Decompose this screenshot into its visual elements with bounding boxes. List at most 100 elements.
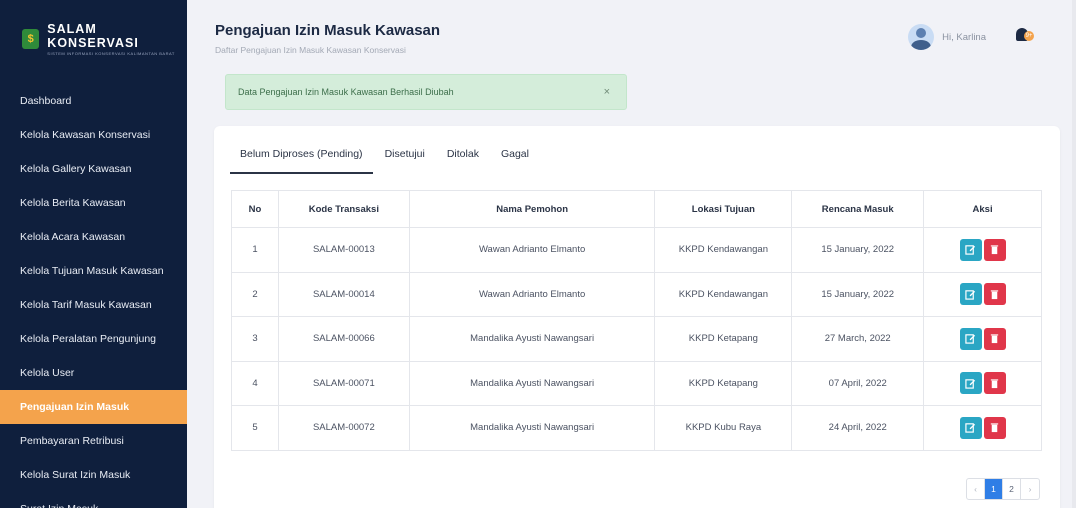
sidebar-item-pengajuan-izin[interactable]: Pengajuan Izin Masuk	[0, 390, 187, 424]
edit-icon	[965, 245, 976, 255]
column-header-lokasi: Lokasi Tujuan	[654, 190, 793, 228]
brand-text: SALAM KONSERVASI SISTEM INFORMASI KONSER…	[47, 22, 187, 56]
cell-aksi	[923, 316, 1042, 362]
sidebar-item-kelola-user[interactable]: Kelola User	[0, 356, 187, 390]
close-icon[interactable]: ×	[604, 86, 614, 98]
delete-button[interactable]	[983, 283, 1006, 306]
sidebar-item-acara-kawasan[interactable]: Kelola Acara Kawasan	[0, 220, 187, 254]
edit-icon	[965, 378, 976, 389]
cell-aksi	[923, 405, 1042, 451]
sidebar-item-tarif-masuk[interactable]: Kelola Tarif Masuk Kawasan	[0, 288, 187, 322]
pagination-prev[interactable]: ‹	[967, 479, 985, 499]
sidebar-item-tujuan-masuk[interactable]: Kelola Tujuan Masuk Kawasan	[0, 254, 187, 288]
sidebar-item-pembayaran-retribusi[interactable]: Pembayaran Retribusi	[0, 424, 187, 458]
tab-ditolak[interactable]: Ditolak	[437, 148, 489, 174]
cell-aksi	[923, 360, 1042, 406]
brand-logo-icon: $	[22, 29, 40, 49]
edit-button[interactable]	[959, 416, 982, 439]
cell-aksi	[923, 271, 1042, 317]
cell-nama: Wawan Adrianto Elmanto	[408, 271, 656, 317]
cell-rencana: 15 January, 2022	[791, 227, 925, 273]
sidebar-item-kelola-surat-izin[interactable]: Kelola Surat Izin Masuk	[0, 458, 187, 492]
edit-icon	[965, 289, 976, 300]
trash-icon	[990, 290, 999, 299]
column-header-aksi: Aksi	[923, 190, 1042, 228]
cell-lokasi: KKPD Ketapang	[654, 316, 793, 362]
cell-nama: Mandalika Ayusti Nawangsari	[408, 316, 656, 362]
cell-no: 4	[231, 360, 279, 406]
delete-button[interactable]	[983, 416, 1006, 439]
edit-button[interactable]	[959, 327, 982, 350]
cell-rencana: 07 April, 2022	[791, 360, 925, 406]
tab-gagal[interactable]: Gagal	[491, 148, 539, 174]
cell-kode: SALAM-00013	[277, 227, 410, 273]
cell-nama: Mandalika Ayusti Nawangsari	[408, 405, 656, 451]
tab-disetujui[interactable]: Disetujui	[375, 148, 435, 174]
brand-title: SALAM KONSERVASI	[47, 22, 139, 50]
cell-no: 3	[231, 316, 279, 362]
permit-table: No Kode Transaksi Nama Pemohon Lokasi Tu…	[231, 190, 1042, 451]
cell-lokasi: KKPD Ketapang	[654, 360, 793, 406]
cell-nama: Mandalika Ayusti Nawangsari	[408, 360, 656, 406]
table-row: 2 SALAM-00014 Wawan Adrianto Elmanto KKP…	[231, 271, 1042, 317]
brand[interactable]: $ SALAM KONSERVASI SISTEM INFORMASI KONS…	[0, 0, 187, 78]
sidebar-item-dashboard[interactable]: Dashboard	[0, 84, 187, 118]
cell-rencana: 27 March, 2022	[791, 316, 925, 362]
user-menu[interactable]: Hi, Karlina	[908, 24, 986, 50]
page-scrollbar[interactable]	[1072, 0, 1076, 508]
content-card: Belum Diproses (Pending) Disetujui Ditol…	[214, 126, 1060, 508]
trash-icon	[990, 334, 999, 344]
trash-icon	[990, 423, 999, 433]
user-greeting[interactable]: Hi, Karlina	[942, 32, 986, 43]
cell-no: 5	[231, 405, 279, 451]
edit-button[interactable]	[959, 238, 982, 261]
sidebar: $ SALAM KONSERVASI SISTEM INFORMASI KONS…	[0, 0, 187, 508]
pagination-page-1[interactable]: 1	[985, 479, 1003, 499]
sidebar-item-surat-izin[interactable]: Surat Izin Masuk	[0, 492, 187, 508]
edit-icon	[965, 423, 976, 433]
edit-button[interactable]	[959, 372, 982, 395]
status-tabs: Belum Diproses (Pending) Disetujui Ditol…	[230, 148, 541, 174]
brand-subtitle: SISTEM INFORMASI KONSERVASI KALIMANTAN B…	[47, 51, 175, 56]
cell-rencana: 15 January, 2022	[791, 271, 925, 317]
cell-lokasi: KKPD Kendawangan	[654, 227, 793, 273]
cell-kode: SALAM-00072	[277, 405, 410, 451]
trash-icon	[990, 245, 999, 255]
edit-button[interactable]	[959, 283, 982, 306]
page-subtitle: Daftar Pengajuan Izin Masuk Kawasan Kons…	[215, 45, 406, 55]
table-row: 4 SALAM-00071 Mandalika Ayusti Nawangsar…	[231, 360, 1042, 406]
cell-nama: Wawan Adrianto Elmanto	[408, 227, 656, 273]
table-header-row: No Kode Transaksi Nama Pemohon Lokasi Tu…	[231, 190, 1042, 228]
sidebar-item-peralatan-pengunjung[interactable]: Kelola Peralatan Pengunjung	[0, 322, 187, 356]
pagination: ‹ 1 2 ›	[966, 478, 1040, 500]
tab-pending[interactable]: Belum Diproses (Pending)	[230, 148, 373, 174]
column-header-kode: Kode Transaksi	[277, 190, 410, 228]
notification-bell-icon[interactable]: 9+	[1014, 27, 1036, 45]
table-row: 1 SALAM-00013 Wawan Adrianto Elmanto KKP…	[231, 227, 1042, 273]
alert-message: Data Pengajuan Izin Masuk Kawasan Berhas…	[238, 87, 454, 97]
cell-kode: SALAM-00071	[277, 360, 410, 406]
notification-badge: 9+	[1024, 31, 1034, 41]
sidebar-item-berita-kawasan[interactable]: Kelola Berita Kawasan	[0, 186, 187, 220]
column-header-no: No	[231, 190, 279, 228]
column-header-nama: Nama Pemohon	[408, 190, 656, 228]
pagination-next[interactable]: ›	[1021, 479, 1039, 499]
cell-kode: SALAM-00066	[277, 316, 410, 362]
pagination-page-2[interactable]: 2	[1003, 479, 1021, 499]
sidebar-item-kawasan-konservasi[interactable]: Kelola Kawasan Konservasi	[0, 118, 187, 152]
cell-aksi	[923, 227, 1042, 273]
table-row: 3 SALAM-00066 Mandalika Ayusti Nawangsar…	[231, 316, 1042, 362]
table-row: 5 SALAM-00072 Mandalika Ayusti Nawangsar…	[231, 405, 1042, 451]
cell-no: 2	[231, 271, 279, 317]
cell-kode: SALAM-00014	[277, 271, 410, 317]
trash-icon	[990, 379, 999, 388]
sidebar-item-gallery-kawasan[interactable]: Kelola Gallery Kawasan	[0, 152, 187, 186]
avatar[interactable]	[908, 24, 935, 50]
column-header-rencana: Rencana Masuk	[791, 190, 925, 228]
page-header: Pengajuan Izin Masuk Kawasan Daftar Peng…	[187, 0, 1076, 70]
cell-rencana: 24 April, 2022	[791, 405, 925, 451]
delete-button[interactable]	[983, 238, 1006, 261]
edit-icon	[965, 334, 976, 344]
delete-button[interactable]	[983, 372, 1006, 395]
delete-button[interactable]	[983, 327, 1006, 350]
